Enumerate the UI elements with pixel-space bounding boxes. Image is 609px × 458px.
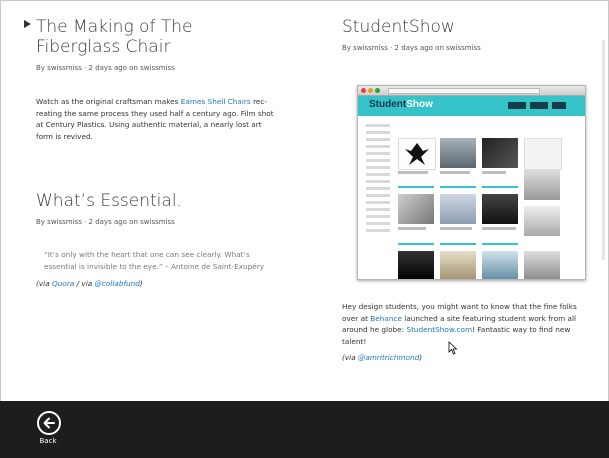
studentshow-link[interactable]: StudentShow.com: [406, 325, 472, 334]
article-title[interactable]: What’s Essential.: [36, 191, 276, 211]
article-studentshow[interactable]: StudentShow By swissmiss · 2 days ago on…: [342, 17, 592, 52]
thumbnail-caption: [482, 171, 506, 174]
project-thumbnail: [524, 251, 560, 279]
article-title[interactable]: StudentShow: [342, 17, 592, 37]
article-fiberglass-chair[interactable]: The Making of The Fiberglass Chair By sw…: [36, 17, 276, 142]
thumbnail-divider: [398, 186, 434, 188]
project-thumbnail: [440, 138, 476, 168]
body-text: Watch as the original craftsman makes: [36, 97, 181, 106]
scrollbar[interactable]: [602, 40, 605, 260]
filter-sidebar: [366, 124, 390, 236]
project-thumbnail: [440, 251, 476, 279]
thumbnail-divider: [440, 243, 476, 245]
zoom-dot-icon: [375, 88, 380, 93]
back-button[interactable]: [37, 411, 61, 435]
address-bar: [388, 88, 540, 94]
article-meta: By swissmiss · 2 days ago on swissmiss: [342, 44, 481, 52]
thumbnail-divider: [482, 186, 518, 188]
thumbnail-divider: [482, 243, 518, 245]
project-thumbnail: [482, 138, 518, 168]
mouse-cursor-icon: [448, 341, 458, 355]
via-text: / via: [74, 279, 95, 289]
article-meta: By swissmiss · 2 days ago on swissmiss: [36, 218, 175, 226]
minimize-dot-icon: [368, 88, 373, 93]
thumbnail-divider: [440, 186, 476, 188]
article-via: (via @amritrichmond): [342, 353, 592, 362]
via-text: (via: [342, 353, 358, 363]
studentshow-body: Hey design students, you might want to k…: [342, 301, 592, 370]
article-body: Hey design students, you might want to k…: [342, 301, 592, 347]
behance-link[interactable]: Behance: [370, 314, 402, 323]
selected-item-caret-icon: [24, 20, 31, 28]
via-text: (via: [36, 279, 52, 289]
studentshow-logo: StudentShow: [369, 99, 433, 110]
eames-link[interactable]: Eames Shell Chairs: [181, 97, 251, 106]
thumbnail-caption: [398, 171, 428, 174]
project-thumbnail: [440, 194, 476, 224]
project-thumbnail: [524, 170, 560, 200]
thumbnail-divider: [398, 243, 434, 245]
thumbnail-caption: [440, 227, 472, 230]
project-thumbnail: [398, 138, 436, 170]
header-button: [552, 102, 566, 109]
article-meta: By swissmiss · 2 days ago on swissmiss: [36, 64, 175, 72]
studentshow-header: StudentShow: [358, 96, 585, 116]
project-thumbnail: [524, 138, 562, 170]
via-text: ): [419, 353, 423, 363]
studentshow-screenshot-image[interactable]: StudentShow: [357, 85, 586, 280]
collabfund-link[interactable]: @collabfund: [95, 279, 140, 288]
close-dot-icon: [361, 88, 366, 93]
article-title[interactable]: The Making of The Fiberglass Chair: [36, 17, 276, 57]
logo-text-right: Show: [406, 99, 433, 110]
project-thumbnail: [482, 194, 518, 224]
project-thumbnail: [482, 251, 518, 279]
amritrichmond-link[interactable]: @amritrichmond: [358, 353, 419, 362]
back-label[interactable]: Back: [37, 437, 59, 445]
project-thumbnail: [398, 194, 434, 224]
article-body: Watch as the original craftsman makes Ea…: [36, 96, 276, 142]
thumbnail-caption: [398, 227, 426, 230]
article-via: (via Quora / via @collabfund): [36, 279, 276, 288]
via-text: ): [139, 279, 143, 289]
thumbnail-caption: [482, 227, 516, 230]
article-quote: “It’s only with the heart that one can s…: [44, 250, 265, 271]
logo-text-left: Student: [369, 99, 407, 110]
header-button: [530, 102, 548, 109]
article-whats-essential[interactable]: What’s Essential. By swissmiss · 2 days …: [36, 191, 276, 295]
app-bar: [0, 401, 609, 458]
project-thumbnail: [524, 206, 560, 236]
thumbnail-caption: [440, 171, 470, 174]
browser-titlebar: [358, 86, 585, 96]
header-button: [508, 102, 526, 109]
back-arrow-icon: [43, 417, 55, 429]
quora-link[interactable]: Quora: [52, 279, 74, 288]
project-thumbnail: [398, 251, 434, 279]
